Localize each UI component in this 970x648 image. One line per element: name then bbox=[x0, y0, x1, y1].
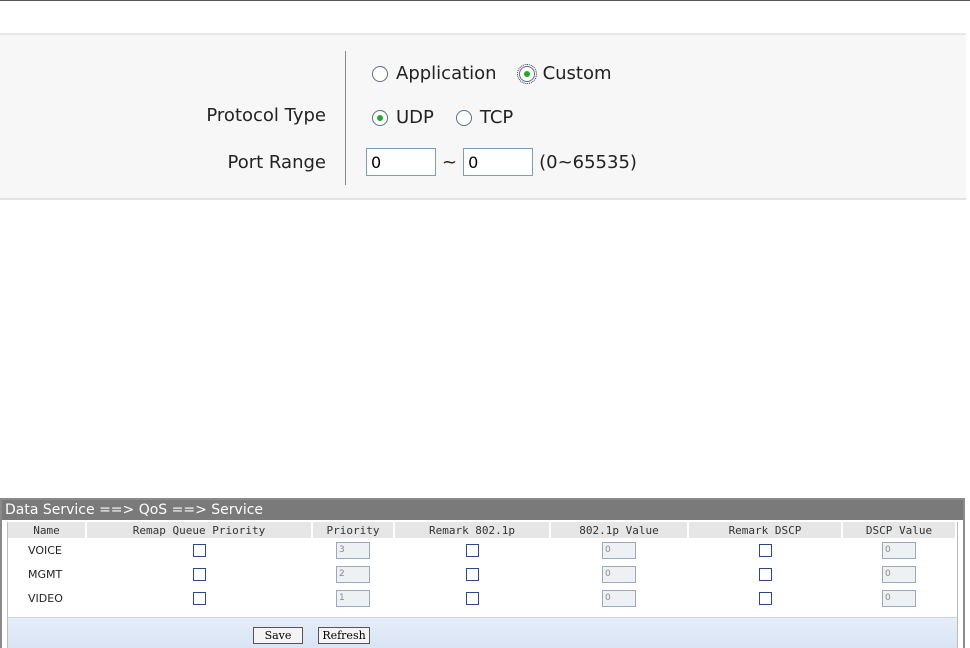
custom-label: Custom bbox=[542, 63, 612, 84]
remark-8021p-checkbox[interactable] bbox=[465, 591, 479, 605]
custom-radio[interactable] bbox=[516, 63, 537, 84]
remap-queue-checkbox[interactable] bbox=[192, 567, 206, 581]
port-to-input[interactable] bbox=[463, 148, 534, 176]
col-remark-8021p: Remark 802.1p bbox=[394, 522, 551, 538]
protocol-type-label: Protocol Type bbox=[206, 105, 326, 126]
custom-option[interactable]: Custom bbox=[516, 63, 612, 84]
qos-service-panel: Data Service ==> QoS ==> Service Name Re… bbox=[0, 498, 965, 648]
remark-8021p-checkbox[interactable] bbox=[465, 567, 479, 581]
col-name: Name bbox=[8, 522, 87, 538]
service-table: Name Remap Queue Priority Priority Remar… bbox=[8, 522, 957, 610]
dscp-value-field: 0 bbox=[882, 565, 916, 583]
col-dscp-value: DSCP Value bbox=[842, 522, 957, 538]
udp-radio[interactable] bbox=[372, 109, 388, 126]
tcp-radio[interactable] bbox=[455, 109, 472, 126]
table-row: MGMT 2 0 0 bbox=[8, 562, 956, 586]
panel-title: Data Service ==> QoS ==> Service bbox=[2, 500, 963, 520]
remark-dscp-checkbox[interactable] bbox=[758, 591, 772, 605]
table-row: VIDEO 1 0 0 bbox=[8, 586, 956, 610]
port-range-hint: (0~65535) bbox=[539, 151, 637, 173]
table-header-row: Name Remap Queue Priority Priority Remar… bbox=[8, 522, 957, 538]
col-8021p-value: 802.1p Value bbox=[550, 522, 689, 538]
8021p-value-field: 0 bbox=[602, 565, 636, 583]
mode-radio-group: Application Custom bbox=[372, 63, 634, 84]
col-remark-dscp: Remark DSCP bbox=[688, 522, 843, 538]
row-name: MGMT bbox=[28, 567, 63, 581]
tcp-option[interactable]: TCP bbox=[455, 107, 514, 128]
row-name: VIDEO bbox=[28, 591, 63, 605]
column-divider bbox=[345, 51, 346, 185]
application-option[interactable]: Application bbox=[372, 63, 497, 84]
application-radio[interactable] bbox=[372, 65, 388, 82]
remark-8021p-checkbox[interactable] bbox=[465, 543, 479, 557]
application-label: Application bbox=[396, 63, 497, 84]
udp-option[interactable]: UDP bbox=[372, 107, 434, 128]
protocol-radio-group: UDP TCP bbox=[372, 107, 535, 128]
table-row: VOICE 3 0 0 bbox=[8, 538, 956, 562]
port-separator: ~ bbox=[442, 151, 458, 173]
top-divider bbox=[0, 0, 970, 1]
priority-field: 1 bbox=[336, 589, 370, 607]
port-range-row: ~ (0~65535) bbox=[366, 148, 637, 176]
row-name: VOICE bbox=[28, 543, 62, 557]
tcp-label: TCP bbox=[479, 107, 514, 128]
remap-queue-checkbox[interactable] bbox=[192, 543, 206, 557]
remap-queue-checkbox[interactable] bbox=[192, 591, 206, 605]
priority-field: 2 bbox=[336, 565, 370, 583]
dscp-value-field: 0 bbox=[882, 589, 916, 607]
dscp-value-field: 0 bbox=[882, 541, 916, 559]
priority-field: 3 bbox=[336, 541, 370, 559]
8021p-value-field: 0 bbox=[602, 541, 636, 559]
protocol-panel: Application Custom Protocol Type UDP TCP… bbox=[0, 33, 966, 200]
remark-dscp-checkbox[interactable] bbox=[758, 567, 772, 581]
qos-table-area: Name Remap Queue Priority Priority Remar… bbox=[7, 522, 958, 648]
refresh-button[interactable]: Refresh bbox=[318, 627, 370, 644]
col-remap-queue-priority: Remap Queue Priority bbox=[86, 522, 313, 538]
8021p-value-field: 0 bbox=[602, 589, 636, 607]
save-button[interactable]: Save bbox=[253, 627, 303, 644]
remark-dscp-checkbox[interactable] bbox=[758, 543, 772, 557]
udp-label: UDP bbox=[396, 107, 434, 128]
col-priority: Priority bbox=[312, 522, 395, 538]
port-from-input[interactable] bbox=[366, 148, 436, 176]
port-range-label: Port Range bbox=[227, 152, 326, 173]
button-bar: Save Refresh bbox=[8, 617, 957, 648]
